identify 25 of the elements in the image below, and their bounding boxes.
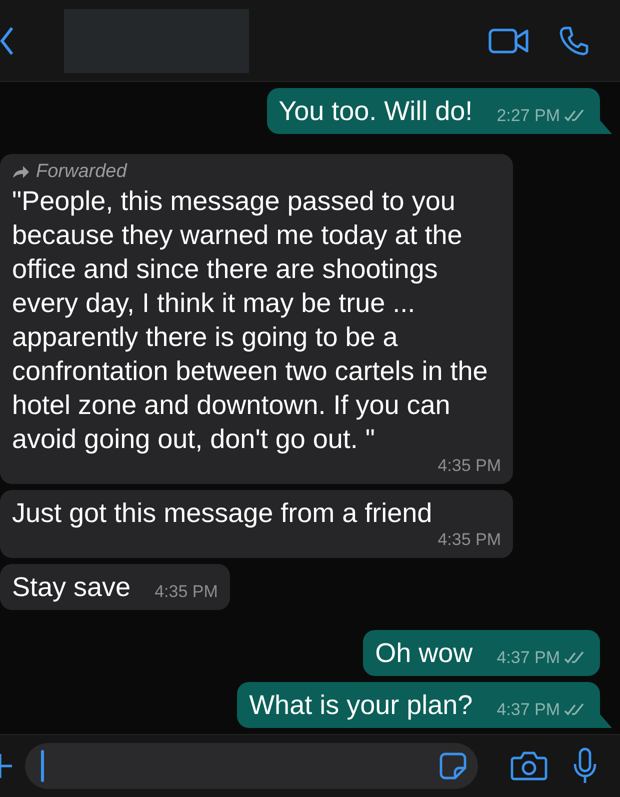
message-time: 2:27 PM [496,106,560,126]
message-bubble[interactable] [0,154,513,484]
message-text: What is your plan? [249,689,473,722]
message-text: Stay save [12,571,131,604]
video-call-icon[interactable] [488,26,530,54]
message-bubble[interactable]: Oh wow 4:37 PM [363,630,600,676]
message-text: Just got this message from a friend [12,497,432,530]
message-text: Oh wow [375,637,473,670]
message-time: 4:35 PM [438,530,501,550]
message-text: You too. Will do! [278,95,473,128]
message-time: 4:37 PM [496,648,560,668]
forward-arrow-icon [12,165,30,179]
camera-icon[interactable] [510,750,548,782]
phone-icon[interactable] [558,24,590,56]
message-time: 4:35 PM [438,456,501,476]
message-time: 4:37 PM [496,700,560,720]
message-text: "People, this message passed to you because they warned me today at the office and since there are shootings every day, I think it may be true ... apparently there is going to be a confrontation between two cartels in the hotel zone and downtown. If you can avoid going out, don't go out. " [12,185,489,456]
microphone-icon[interactable] [572,747,598,785]
message-input-field[interactable] [25,743,478,789]
back-icon[interactable] [0,26,14,56]
sticker-icon[interactable] [438,751,468,781]
message-bubble[interactable]: Stay save 4:35 PM [0,564,230,610]
message-time: 4:35 PM [154,582,218,602]
forwarded-label: Forwarded [36,160,127,184]
message-bubble[interactable]: Just got this message from a friend 4:35 PM [0,490,513,558]
